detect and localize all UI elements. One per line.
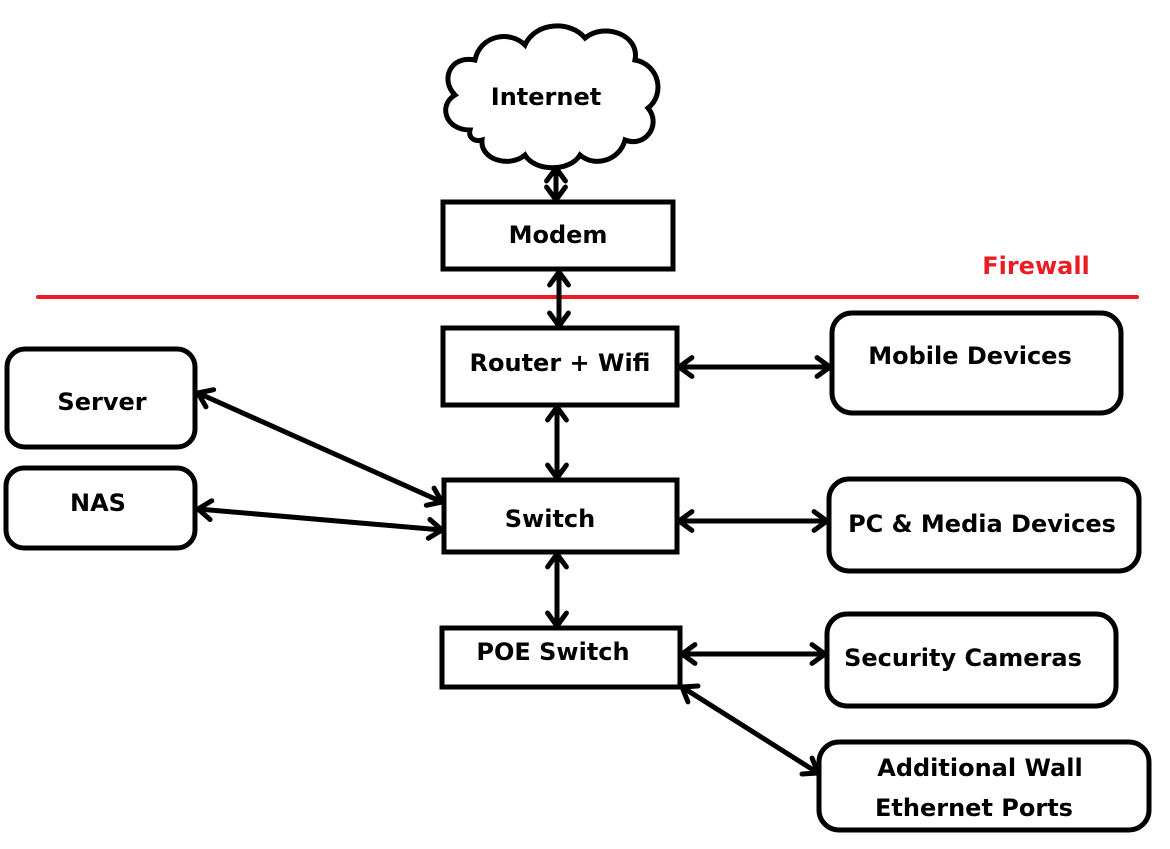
node-switch: Switch (441, 477, 680, 555)
connection-line (195, 506, 445, 533)
nas-label: NAS (70, 489, 126, 517)
modem-label: Modem (509, 221, 608, 249)
poe-switch-label: POE Switch (476, 638, 629, 666)
firewall-label: Firewall (982, 252, 1090, 280)
node-internet: Internet (443, 23, 661, 171)
node-wall-ports: Additional Wall Ethernet Ports (816, 739, 1152, 833)
connection-line (195, 390, 445, 505)
node-mobile-devices: Mobile Devices (829, 310, 1124, 416)
edge-internet-modem (544, 165, 568, 203)
edge-switch-nas (195, 498, 445, 541)
network-diagram: Internet Modem Firewall Router + Wifi Sw… (3, 23, 1152, 833)
node-security-cameras: Security Cameras (824, 611, 1119, 709)
node-server: Server (4, 346, 198, 450)
node-pc-media-devices: PC & Media Devices (826, 476, 1142, 574)
router-label: Router + Wifi (470, 349, 651, 377)
edge-switch-pc-media (676, 509, 830, 533)
mobile-devices-label: Mobile Devices (868, 342, 1072, 370)
server-label: Server (57, 388, 146, 416)
edge-switch-server (195, 387, 445, 508)
node-nas: NAS (3, 465, 198, 551)
switch-label: Switch (505, 505, 595, 533)
node-poe-switch: POE Switch (439, 625, 683, 690)
edge-poe-switch-cameras (679, 642, 828, 666)
edge-switch-poe-switch (545, 551, 569, 629)
wall-ports-label-line1: Additional Wall (877, 754, 1082, 782)
edge-router-switch (545, 404, 569, 481)
connection-line (679, 684, 821, 776)
security-cameras-label: Security Cameras (844, 644, 1082, 672)
pc-media-devices-label: PC & Media Devices (848, 510, 1116, 538)
node-router: Router + Wifi (440, 325, 680, 408)
edge-router-mobile (676, 355, 833, 379)
node-modem: Modem (440, 199, 676, 272)
edge-poe-switch-wall-ports (679, 683, 821, 777)
wall-ports-label-line2: Ethernet Ports (875, 794, 1073, 822)
internet-label: Internet (491, 83, 601, 111)
